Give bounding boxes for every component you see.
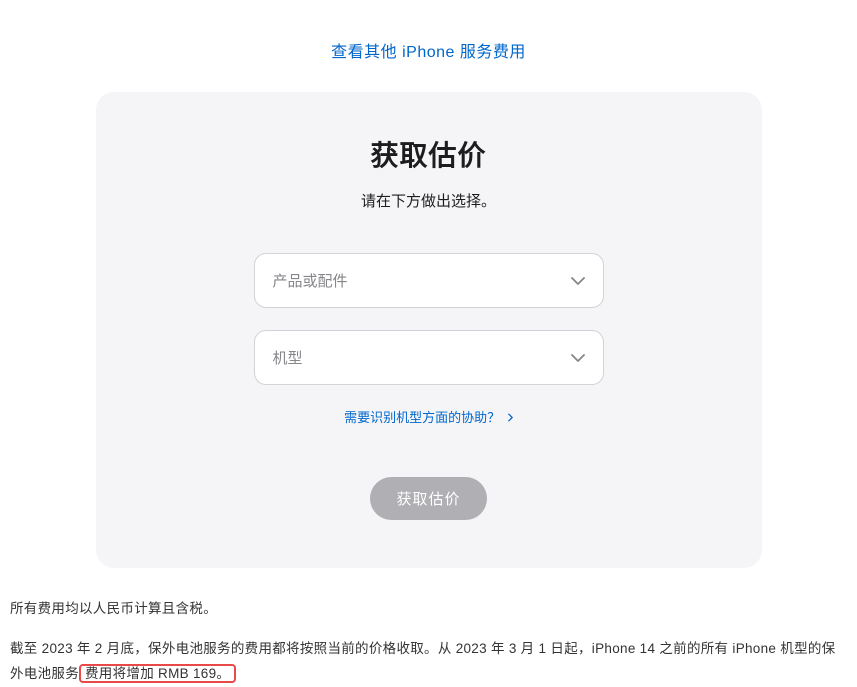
card-title: 获取估价 <box>136 134 722 174</box>
footer-disclaimer: 所有费用均以人民币计算且含税。 截至 2023 年 2 月底，保外电池服务的费用… <box>0 568 857 687</box>
footer-line2: 截至 2023 年 2 月底，保外电池服务的费用都将按照当前的价格收取。从 20… <box>10 636 847 687</box>
product-select-placeholder: 产品或配件 <box>273 270 348 291</box>
identify-model-help-link[interactable]: 需要识别机型方面的协助？ <box>344 410 513 425</box>
model-select[interactable]: 机型 <box>254 330 604 385</box>
chevron-down-icon <box>571 349 585 366</box>
price-increase-highlight: 费用将增加 RMB 169。 <box>79 664 236 683</box>
other-services-link[interactable]: 查看其他 iPhone 服务费用 <box>331 44 526 61</box>
help-link-label: 需要识别机型方面的协助？ <box>344 410 500 425</box>
top-link-container: 查看其他 iPhone 服务费用 <box>0 0 857 92</box>
model-select-placeholder: 机型 <box>273 347 303 368</box>
model-select-wrapper: 机型 <box>254 330 604 385</box>
card-subtitle: 请在下方做出选择。 <box>136 190 722 211</box>
footer-line1: 所有费用均以人民币计算且含税。 <box>10 596 847 622</box>
help-link-container: 需要识别机型方面的协助？ <box>136 407 722 427</box>
product-select-wrapper: 产品或配件 <box>254 253 604 308</box>
chevron-right-icon <box>508 410 513 425</box>
product-select[interactable]: 产品或配件 <box>254 253 604 308</box>
submit-wrapper: 获取估价 <box>136 477 722 520</box>
chevron-down-icon <box>571 272 585 289</box>
estimate-card: 获取估价 请在下方做出选择。 产品或配件 机型 需要识别机型方面的协助？ <box>96 92 762 568</box>
get-estimate-button[interactable]: 获取估价 <box>370 477 486 520</box>
